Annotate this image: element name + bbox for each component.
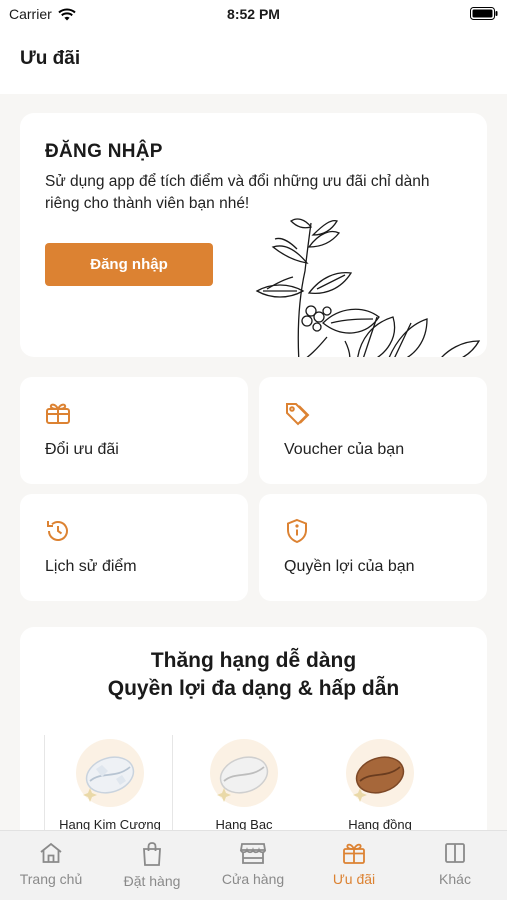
- rank-heading-line2: Quyền lợi đa dạng & hấp dẫn: [107, 677, 400, 700]
- rank-item-diamond[interactable]: Hạng Kim Cương: [50, 735, 170, 832]
- feature-label: Lịch sử điểm: [45, 558, 137, 575]
- tab-label: Trang chủ: [19, 871, 83, 887]
- login-button[interactable]: Đăng nhập: [45, 243, 213, 286]
- tab-label: Cửa hàng: [221, 871, 285, 887]
- page-title: Ưu đãi: [20, 48, 81, 69]
- bag-icon: [143, 842, 161, 866]
- home-icon: [40, 842, 62, 863]
- login-title: ĐĂNG NHẬP: [45, 141, 163, 162]
- menu-icon: [445, 843, 465, 863]
- tab-more[interactable]: Khác: [405, 841, 505, 887]
- store-icon: [239, 843, 267, 864]
- silver-bean-icon: [210, 739, 278, 807]
- rank-item-silver[interactable]: Hạng Bạc: [184, 735, 304, 832]
- tab-label: Đặt hàng: [123, 873, 181, 889]
- rank-divider: [172, 735, 173, 835]
- tab-label: Khác: [439, 871, 471, 887]
- tab-home[interactable]: Trang chủ: [1, 841, 101, 887]
- battery-icon: [470, 7, 498, 20]
- tab-stores[interactable]: Cửa hàng: [203, 841, 303, 887]
- coffee-plant-illustration: [255, 218, 481, 357]
- bottom-tab-bar: Trang chủ Đặt hàng Cửa hàng Ưu đãi Khác: [0, 830, 507, 900]
- tab-offers[interactable]: Ưu đãi: [304, 841, 404, 887]
- feature-label: Đổi ưu đãi: [45, 441, 119, 458]
- gift-icon: [343, 843, 365, 864]
- feature-label: Quyền lợi của bạn: [284, 558, 415, 575]
- tab-order[interactable]: Đặt hàng: [102, 841, 202, 889]
- tab-label: Ưu đãi: [332, 871, 376, 887]
- page-header: Ưu đãi: [0, 28, 507, 94]
- login-description: Sử dụng app để tích điểm và đổi những ưu…: [45, 173, 430, 212]
- rank-upgrade-card: Thăng hạng dễ dàng Quyền lợi đa dạng & h…: [20, 627, 487, 847]
- tag-icon: [286, 403, 310, 426]
- bronze-bean-icon: [346, 739, 414, 807]
- status-bar: Carrier 8:52 PM: [0, 0, 507, 28]
- feature-tile-points-history[interactable]: Lịch sử điểm: [20, 494, 248, 601]
- feature-tile-your-benefits[interactable]: Quyền lợi của bạn: [259, 494, 487, 601]
- rank-item-bronze[interactable]: Hạng đồng: [320, 735, 440, 832]
- login-card: ĐĂNG NHẬP Sử dụng app để tích điểm và đổ…: [20, 113, 487, 357]
- feature-tile-your-vouchers[interactable]: Voucher của bạn: [259, 377, 487, 484]
- gift-icon: [46, 403, 70, 424]
- rank-heading: Thăng hạng dễ dàng Quyền lợi đa dạng & h…: [20, 647, 487, 703]
- feature-tile-redeem-offers[interactable]: Đổi ưu đãi: [20, 377, 248, 484]
- feature-label: Voucher của bạn: [284, 441, 405, 458]
- history-icon: [47, 521, 68, 541]
- rank-heading-line1: Thăng hạng dễ dàng: [150, 649, 357, 672]
- status-time: 8:52 PM: [227, 6, 280, 22]
- diamond-bean-icon: [76, 739, 144, 807]
- rank-divider: [44, 735, 45, 835]
- shield-info-icon: [287, 518, 307, 544]
